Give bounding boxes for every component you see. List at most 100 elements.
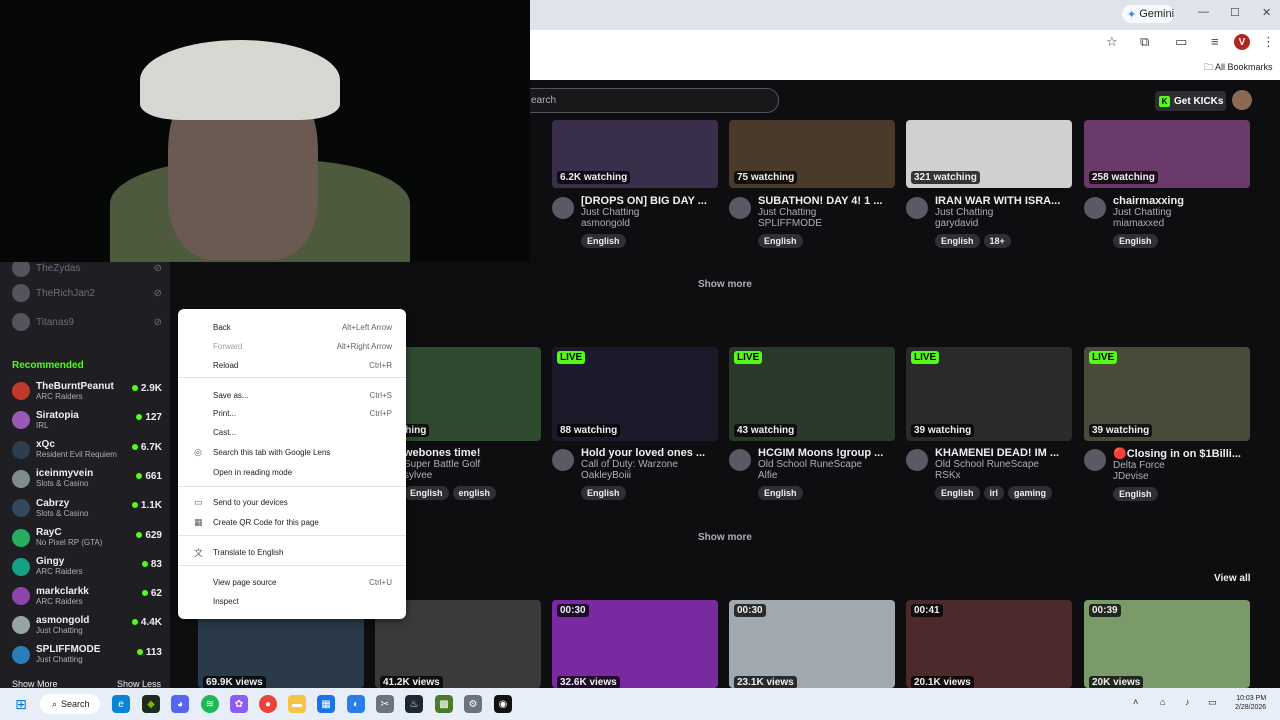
menu-qr-code[interactable]: ▦ Create QR Code for this page [178, 514, 406, 530]
stream-category[interactable]: Just Chatting [1113, 207, 1250, 218]
network-icon[interactable]: ⌂ [1160, 697, 1165, 707]
menu-translate[interactable]: 文 Translate to English [178, 544, 406, 560]
show-more-button[interactable]: Show more [698, 532, 752, 543]
tag-chip[interactable]: English [758, 486, 803, 500]
menu-inspect[interactable]: Inspect [178, 593, 406, 609]
sidebar-item-recommended[interactable]: markclarkk ARC Raiders 62 [12, 582, 162, 610]
sidebar-item-recommended[interactable]: iceinmyvein Slots & Casino 661 [12, 465, 162, 493]
show-more-button[interactable]: Show more [698, 279, 752, 290]
stream-card[interactable]: 6.2K watching [DROPS ON] BIG DAY ... Just … [552, 120, 718, 248]
view-all-link[interactable]: View all [1214, 573, 1251, 584]
stream-title[interactable]: HCGIM Moons !group ... [758, 447, 895, 459]
streamer-name[interactable]: miamaxxed [1113, 218, 1250, 229]
chrome-icon[interactable]: ● [259, 695, 277, 713]
stream-card[interactable]: LIVE 39 watching KHAMENEI DEAD! IM ... Old … [906, 347, 1072, 500]
stream-card[interactable]: 258 watching chairmaxxing Just Chatting mia… [1084, 120, 1250, 248]
streamer-name[interactable]: sylvee [404, 470, 541, 481]
tag-chip[interactable]: english [452, 486, 497, 500]
close-icon[interactable]: ✕ [1262, 6, 1271, 19]
extensions-icon[interactable]: ⧉ [1140, 34, 1149, 50]
stream-thumbnail[interactable]: 6.2K watching [552, 120, 718, 188]
steam-icon[interactable]: ♨ [405, 695, 423, 713]
tag-chip[interactable]: English [935, 234, 980, 248]
menu-reload[interactable]: Reload Ctrl+R [178, 357, 406, 373]
obs-icon[interactable]: ◉ [494, 695, 512, 713]
battery-icon[interactable]: ▭ [1208, 697, 1217, 708]
stream-thumbnail[interactable]: LIVE 43 watching [729, 347, 895, 441]
menu-back[interactable]: Back Alt+Left Arrow [178, 319, 406, 335]
clip-card[interactable]: 00:30 23.1K views [729, 600, 895, 688]
stream-title[interactable]: 🔴Closing in on $1Billi... [1113, 447, 1250, 460]
stream-card[interactable]: LIVE 39 watching 🔴Closing in on $1Billi...… [1084, 347, 1250, 501]
discord-icon[interactable]: ◕ [171, 695, 189, 713]
settings-icon[interactable]: ⚙ [464, 695, 482, 713]
menu-send-devices[interactable]: ▭ Send to your devices [178, 494, 406, 510]
menu-reading-mode[interactable]: Open in reading mode [178, 464, 406, 480]
store-icon[interactable]: ▦ [317, 695, 335, 713]
streamer-name[interactable]: RSKx [935, 470, 1072, 481]
streamer-name[interactable]: garydavid [935, 218, 1072, 229]
user-avatar[interactable] [1232, 90, 1252, 110]
sidebar-item-recommended[interactable]: RayC No Pixel RP (GTA) 629 [12, 524, 162, 552]
sidebar-item-recommended[interactable]: TheBurntPeanut ARC Raiders 2.9K [12, 377, 162, 405]
stream-thumbnail[interactable]: LIVE 88 watching [552, 347, 718, 441]
reading-list-icon[interactable]: ≡ [1211, 34, 1219, 49]
sidebar-item-recommended[interactable]: asmongold Just Chatting 4.4K [12, 611, 162, 639]
sidebar-item-recommended[interactable]: SPLIFFMODE Just Chatting 113 [12, 641, 162, 669]
streamer-name[interactable]: Alfie [758, 470, 895, 481]
stream-thumbnail[interactable]: 258 watching [1084, 120, 1250, 188]
stream-title[interactable]: chairmaxxing [1113, 195, 1250, 207]
minimize-icon[interactable]: — [1198, 6, 1209, 18]
tag-chip[interactable]: gaming [1008, 486, 1053, 500]
edge-icon[interactable]: e [112, 695, 130, 713]
sidepanel-icon[interactable]: ▭ [1175, 34, 1187, 50]
tag-chip[interactable]: English [581, 234, 626, 248]
clip-card[interactable]: 00:39 20K views [1084, 600, 1250, 688]
tag-chip[interactable]: irl [983, 486, 1005, 500]
tag-chip[interactable]: English [758, 234, 803, 248]
menu-google-lens[interactable]: ◎ Search this tab with Google Lens [178, 444, 406, 460]
menu-cast[interactable]: Cast... [178, 424, 406, 440]
stream-title[interactable]: Hold your loved ones ... [581, 447, 718, 459]
profile-avatar[interactable]: V [1234, 34, 1250, 50]
streamer-name[interactable]: SPLIFFMODE [758, 218, 895, 229]
clip-card[interactable]: 00:30 32.6K views [552, 600, 718, 688]
stream-category[interactable]: Just Chatting [935, 207, 1072, 218]
spotify-icon[interactable]: ≋ [201, 695, 219, 713]
stream-category[interactable]: Old School RuneScape [935, 459, 1072, 470]
avatar[interactable] [552, 449, 574, 471]
avatar[interactable] [729, 449, 751, 471]
menu-kebab-icon[interactable]: ⋮ [1262, 34, 1275, 50]
streamer-name[interactable]: asmongold [581, 218, 718, 229]
streamer-name[interactable]: OakleyBoiii [581, 470, 718, 481]
maximize-icon[interactable]: ☐ [1230, 6, 1240, 19]
avatar[interactable] [552, 197, 574, 219]
sidebar-item-recommended[interactable]: Gingy ARC Raiders 83 [12, 553, 162, 581]
gemini-button[interactable]: ✦ Gemini [1122, 5, 1174, 23]
stream-card[interactable]: 75 watching SUBATHON! DAY 4! 1 ... Just Ch… [729, 120, 895, 248]
stream-card[interactable]: LIVE 43 watching HCGIM Moons !group ... Old… [729, 347, 895, 500]
tag-chip[interactable]: English [1113, 234, 1158, 248]
stream-category[interactable]: Old School RuneScape [758, 459, 895, 470]
minecraft-icon[interactable]: ▩ [435, 695, 453, 713]
stream-title[interactable]: SUBATHON! DAY 4! 1 ... [758, 195, 895, 207]
file-explorer-icon[interactable]: ▬ [288, 695, 306, 713]
streamer-name[interactable]: JDevise [1113, 471, 1250, 482]
taskbar-search[interactable]: ⌕ Search [40, 694, 100, 714]
sidebar-followed-item[interactable]: Titanas9 ⊘ [12, 308, 162, 336]
tag-chip[interactable]: English [1113, 487, 1158, 501]
nvidia-icon[interactable]: ◆ [142, 695, 160, 713]
stream-card[interactable]: 321 watching IRAN WAR WITH ISRA... Just Ch… [906, 120, 1072, 248]
stream-thumbnail[interactable]: LIVE 39 watching [1084, 347, 1250, 441]
sidebar-item-recommended[interactable]: Siratopia IRL 127 [12, 406, 162, 434]
stream-category[interactable]: Just Chatting [758, 207, 895, 218]
sidebar-item-recommended[interactable]: xQc Resident Evil Requiem 6.7K [12, 436, 162, 464]
avatar[interactable] [729, 197, 751, 219]
stream-thumbnail[interactable]: 75 watching [729, 120, 895, 188]
tag-chip[interactable]: English [404, 486, 449, 500]
get-kicks-button[interactable]: K Get KICKs [1155, 91, 1226, 111]
stream-title[interactable]: webones time! [404, 447, 541, 459]
snipping-tool-icon[interactable]: ✂ [376, 695, 394, 713]
bookmark-star-icon[interactable]: ☆ [1106, 34, 1118, 50]
stream-category[interactable]: Call of Duty: Warzone [581, 459, 718, 470]
